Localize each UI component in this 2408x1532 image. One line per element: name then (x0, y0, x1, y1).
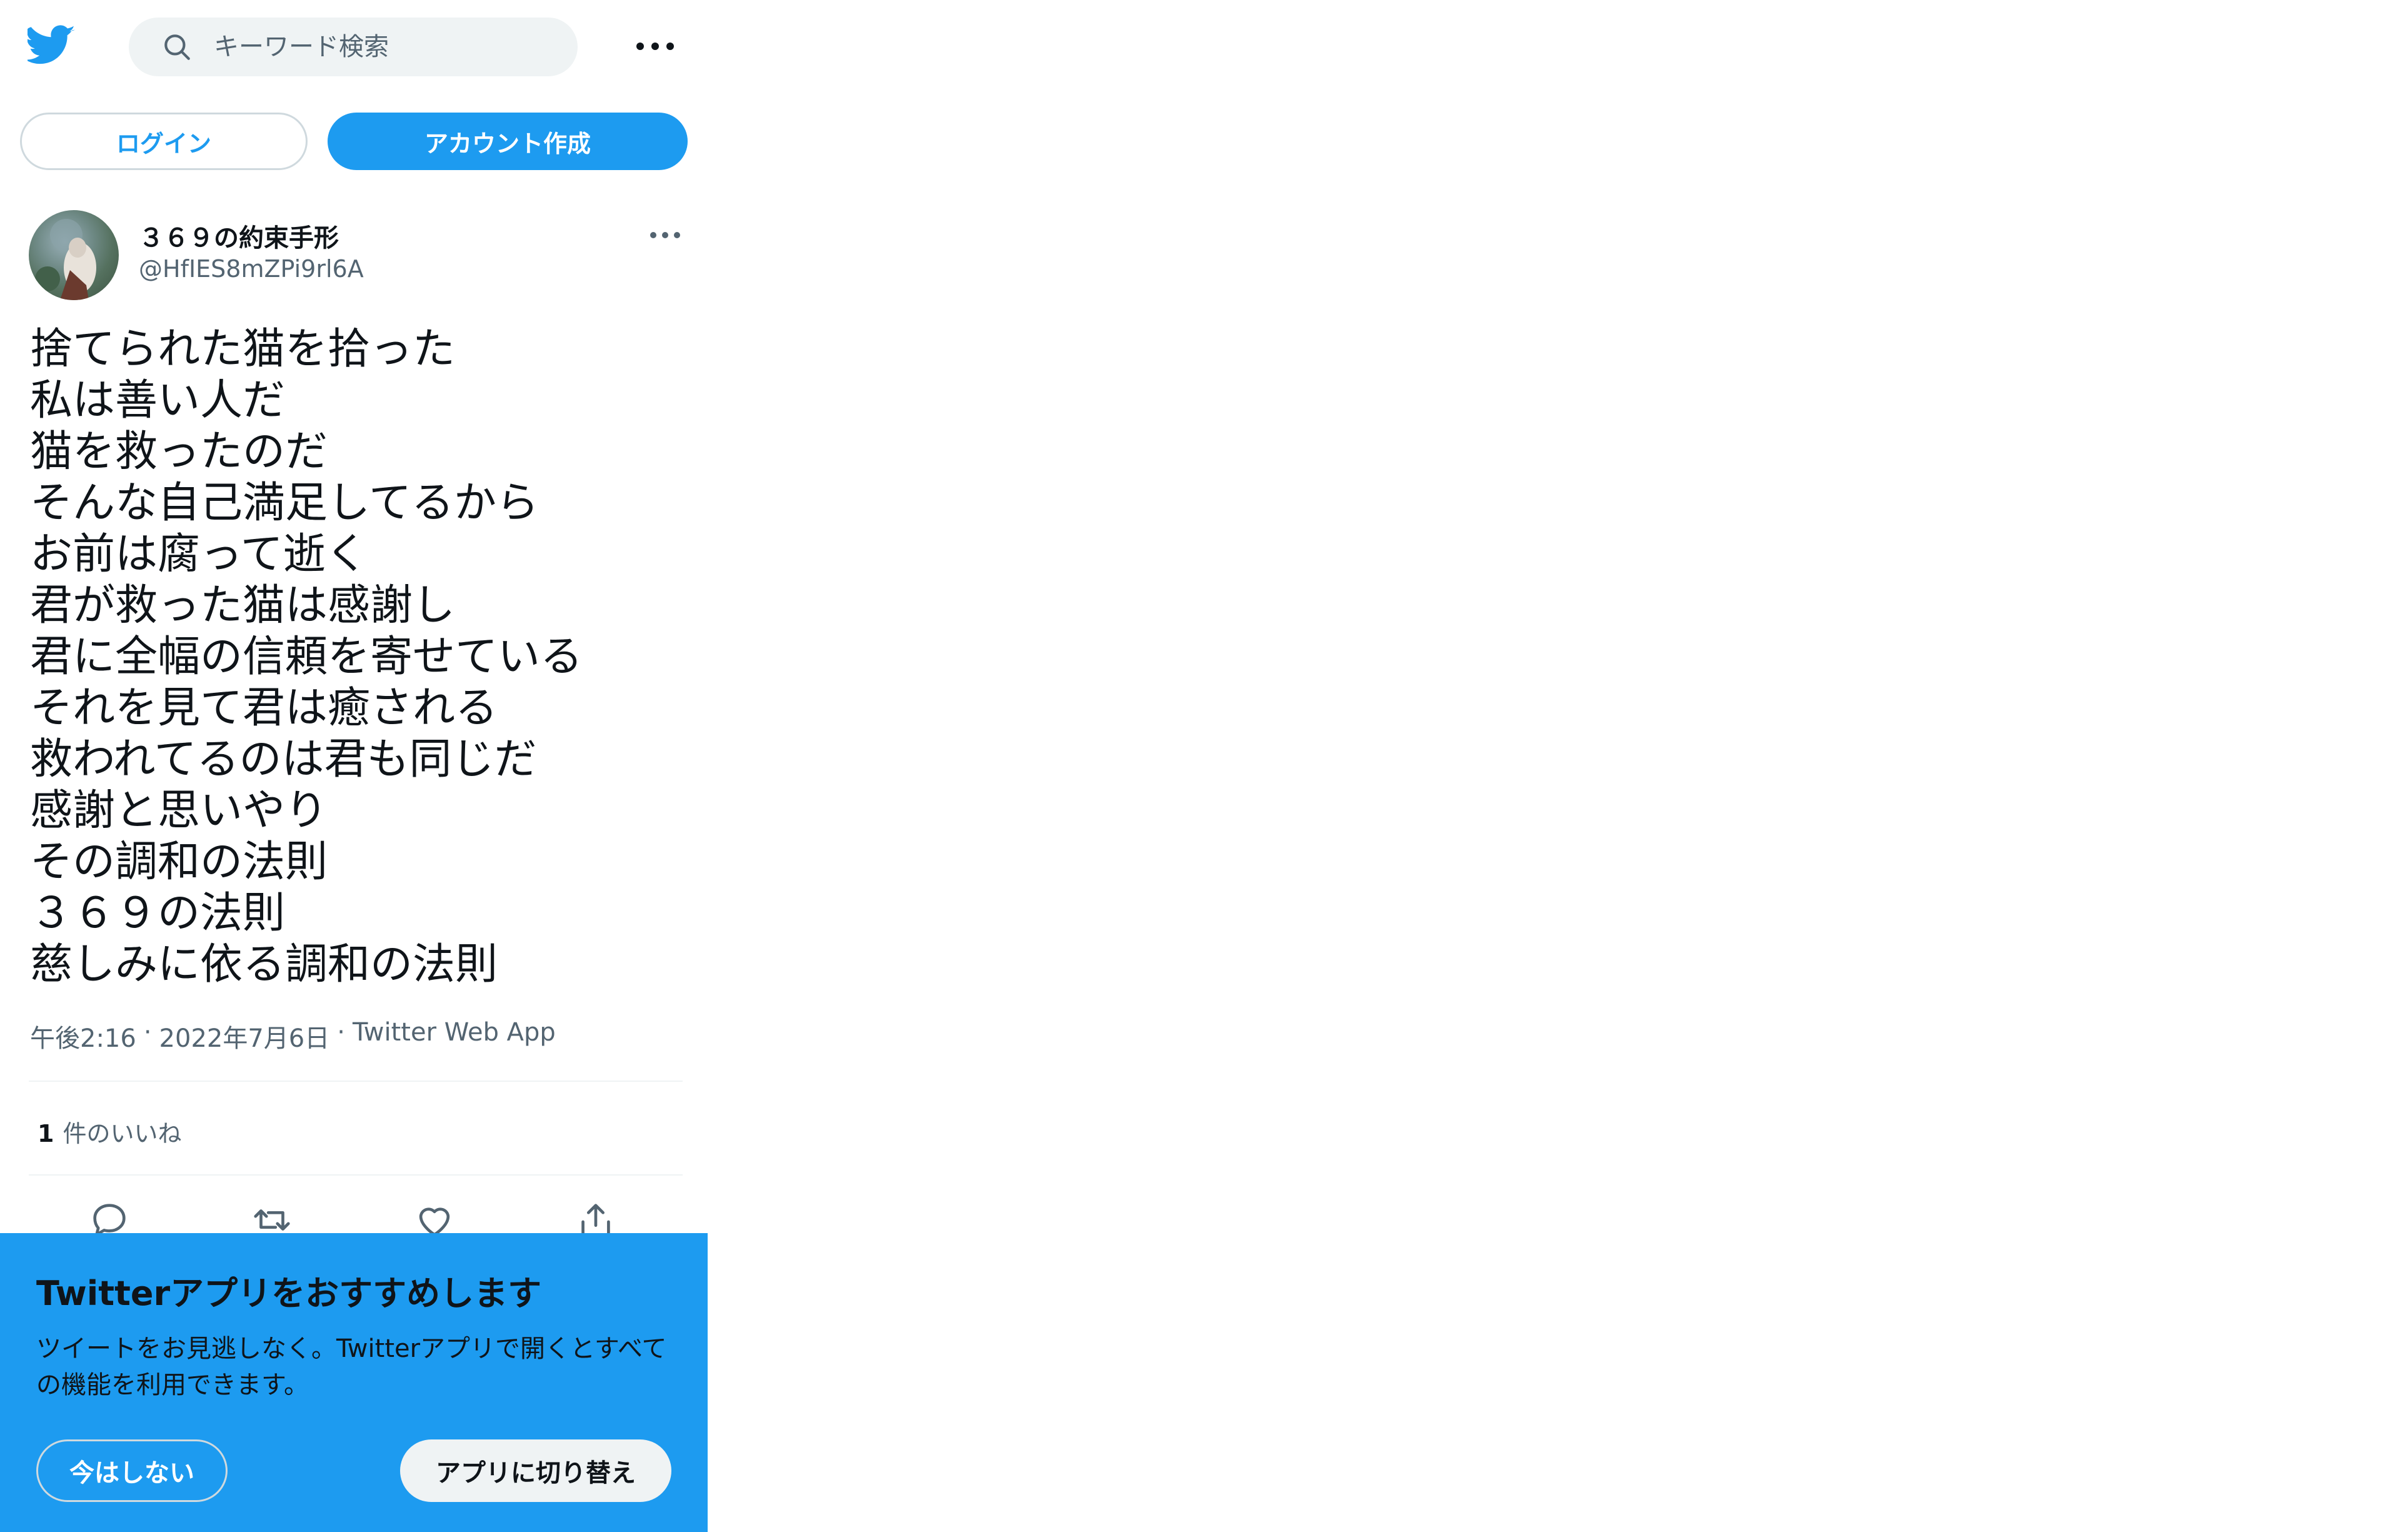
tweet-line: 私は善い人だ (30, 376, 286, 425)
twitter-bird-icon[interactable] (28, 25, 76, 65)
search-icon (164, 34, 190, 60)
meta-separator: · (337, 1018, 345, 1047)
more-icon[interactable] (636, 40, 674, 53)
tweet-date[interactable]: 2022年7月6日 (159, 1018, 330, 1054)
tweet-line: その調和の法則 (30, 837, 328, 887)
more-icon[interactable] (650, 229, 680, 241)
switch-to-app-button[interactable]: アプリに切り替え (400, 1439, 671, 1502)
login-button[interactable]: ログイン (20, 113, 308, 170)
tweet-line: 慈しみに依る調和の法則 (30, 940, 498, 989)
not-now-button[interactable]: 今はしない (36, 1439, 228, 1502)
author-name[interactable]: ３６９の約束手形 (139, 218, 339, 254)
avatar-image (35, 219, 96, 300)
page: ログイン アカウント作成 ３６９の約束手形 @HfIES8mZPi9rl6A 捨… (0, 0, 2408, 1532)
banner-text: ツイートをお見逃しなく。Twitterアプリで開くとすべての機能を利用できます。 (36, 1334, 667, 1399)
divider (29, 1081, 683, 1082)
search-input[interactable] (214, 33, 539, 61)
like-count-label: 件のいいね (63, 1120, 182, 1147)
tweet-line: それを見て君は癒される (30, 683, 498, 733)
meta-separator: · (143, 1018, 152, 1047)
tweet-line: 捨てられた猫を拾った (30, 325, 456, 374)
like-count-number: 1 (38, 1120, 54, 1147)
author-handle[interactable]: @HfIES8mZPi9rl6A (139, 255, 364, 283)
tweet-source: Twitter Web App (352, 1018, 556, 1047)
tweet-line: 猫を救ったのだ (30, 427, 328, 476)
tweet-text: 捨てられた猫を拾った 私は善い人だ 猫を救ったのだ そんな自己満足してるから お… (30, 324, 680, 990)
tweet-line: 君が救った猫は感謝し (30, 581, 456, 630)
search-bar[interactable] (129, 18, 578, 76)
banner-title: Twitterアプリをおすすめします (36, 1274, 542, 1313)
tweet-time[interactable]: 午後2:16 (30, 1018, 136, 1054)
tweet-line: 君に全幅の信頼を寄せている (30, 632, 583, 682)
avatar[interactable] (29, 210, 119, 300)
signup-button[interactable]: アカウント作成 (328, 113, 688, 170)
like-count[interactable]: 1 件のいいね (38, 1114, 181, 1149)
divider (29, 1174, 683, 1176)
tweet-line: ３６９の法則 (30, 889, 286, 938)
tweet-line: 救われてるのは君も同じだ (30, 735, 537, 784)
tweet-line: そんな自己満足してるから (30, 478, 539, 528)
tweet-meta: 午後2:16 · 2022年7月6日 · Twitter Web App (30, 1018, 556, 1054)
tweet-line: 感謝と思いやり (30, 786, 328, 835)
tweet-line: お前は腐って逝く (30, 530, 368, 579)
